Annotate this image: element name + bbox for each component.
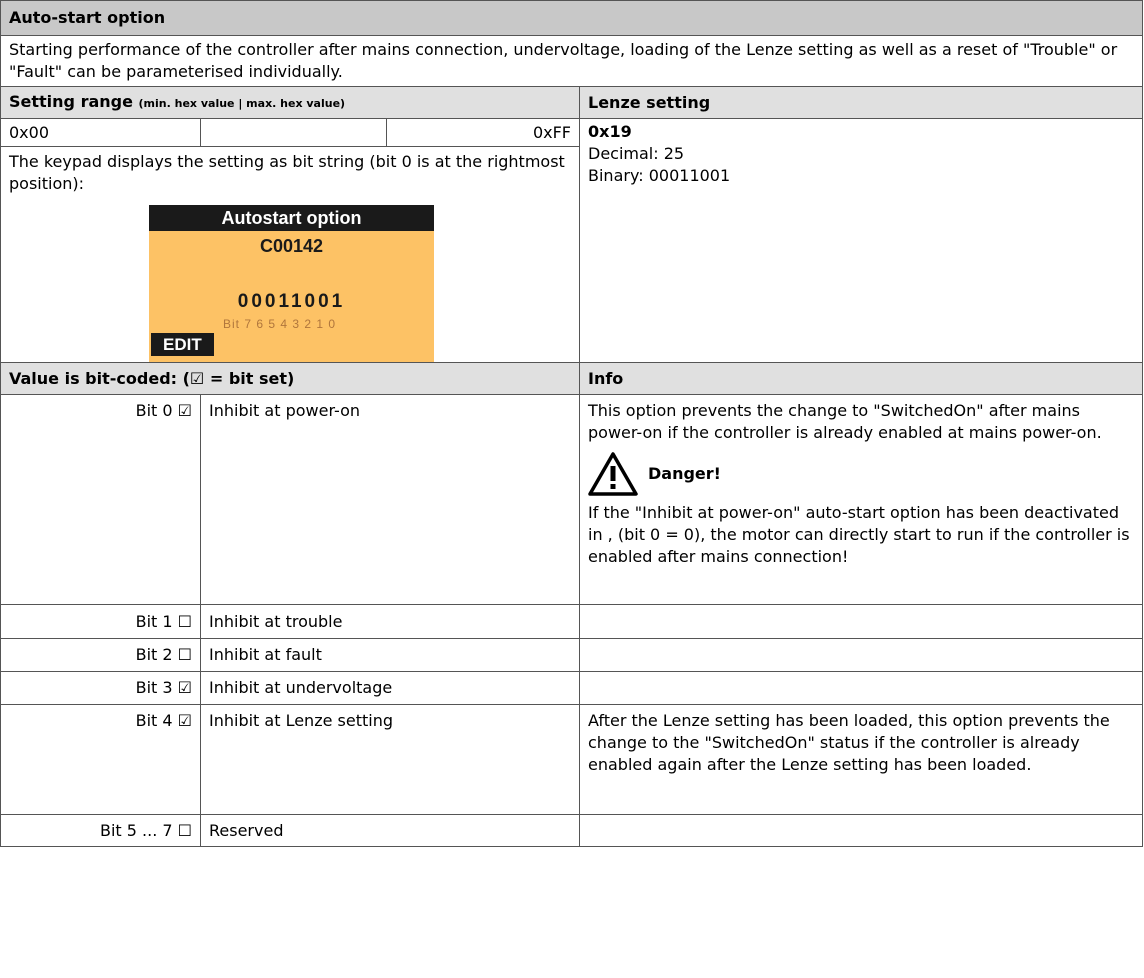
bitcoded-header: Value is bit-coded: (☑ = bit set) (0, 362, 580, 395)
range-max: 0xFF (386, 118, 580, 147)
keypad-edit-label: EDIT (151, 333, 214, 356)
danger-text: If the "Inhibit at power-on" auto-start … (588, 503, 1130, 566)
warning-triangle-icon (588, 452, 638, 496)
lenze-setting-header: Lenze setting (578, 86, 1144, 119)
bit-name: Inhibit at fault (200, 638, 580, 672)
setting-range-header: Setting range (min. hex value | max. hex… (0, 86, 580, 119)
table-row: Bit 3 ☑ Inhibit at undervoltage (0, 671, 1144, 705)
keypad-code: C00142 (259, 236, 324, 256)
keypad-note: The keypad displays the setting as bit s… (9, 152, 565, 193)
bit-label: Bit 0 ☑ (0, 394, 201, 605)
bit-info (578, 814, 1144, 847)
bit-name: Inhibit at undervoltage (200, 671, 580, 705)
bit-name: Inhibit at trouble (200, 604, 580, 639)
keypad-display: Autostart option C00142 00011001 Bit 7 6… (149, 205, 434, 362)
bit-info: This option prevents the change to "Swit… (578, 394, 1144, 605)
lenze-setting-hex: 0x19 (588, 122, 632, 141)
table-row: Bit 2 ☐ Inhibit at fault (0, 638, 1144, 672)
keypad-bit-legend: Bit 7 6 5 4 3 2 1 0 (223, 317, 337, 331)
bit-info (578, 671, 1144, 705)
parameter-title: Auto-start option (0, 0, 1144, 36)
danger-label: Danger! (648, 464, 721, 483)
bit-name: Inhibit at Lenze setting (200, 704, 580, 815)
lenze-setting-binary: Binary: 00011001 (588, 166, 731, 185)
setting-range-label: Setting range (9, 91, 133, 111)
bit-label: Bit 5 ... 7 ☐ (0, 814, 201, 847)
info-header: Info (578, 362, 1144, 395)
lenze-setting-decimal: Decimal: 25 (588, 144, 685, 163)
keypad-cell: The keypad displays the setting as bit s… (0, 146, 580, 363)
keypad-bit-string: 00011001 (237, 291, 346, 312)
bit-name: Inhibit at power-on (200, 394, 580, 605)
bit-name: Reserved (200, 814, 580, 847)
setting-range-sublabel: (min. hex value | max. hex value) (138, 96, 346, 110)
lenze-setting-values: 0x19 Decimal: 25 Binary: 00011001 (578, 118, 1144, 363)
bit-label: Bit 3 ☑ (0, 671, 201, 705)
parameter-description: Starting performance of the controller a… (0, 35, 1144, 87)
bit-label: Bit 4 ☑ (0, 704, 201, 815)
bit-info-text: This option prevents the change to "Swit… (588, 401, 1102, 442)
parameter-document: Auto-start option Starting performance o… (0, 0, 1144, 847)
range-min: 0x00 (0, 118, 201, 147)
range-spacer (200, 118, 387, 147)
table-row: Bit 4 ☑ Inhibit at Lenze setting After t… (0, 704, 1144, 815)
parameter-table: Auto-start option Starting performance o… (0, 0, 1144, 847)
bit-label: Bit 2 ☐ (0, 638, 201, 672)
table-row: Bit 0 ☑ Inhibit at power-on This option … (0, 394, 1144, 605)
table-row: Bit 5 ... 7 ☐ Reserved (0, 814, 1144, 847)
keypad-title: Autostart option (149, 205, 434, 231)
bit-label: Bit 1 ☐ (0, 604, 201, 639)
bit-info (578, 638, 1144, 672)
bit-info (578, 604, 1144, 639)
table-row: Bit 1 ☐ Inhibit at trouble (0, 604, 1144, 639)
bit-info: After the Lenze setting has been loaded,… (578, 704, 1144, 815)
danger-notice: Danger! (588, 452, 1134, 496)
